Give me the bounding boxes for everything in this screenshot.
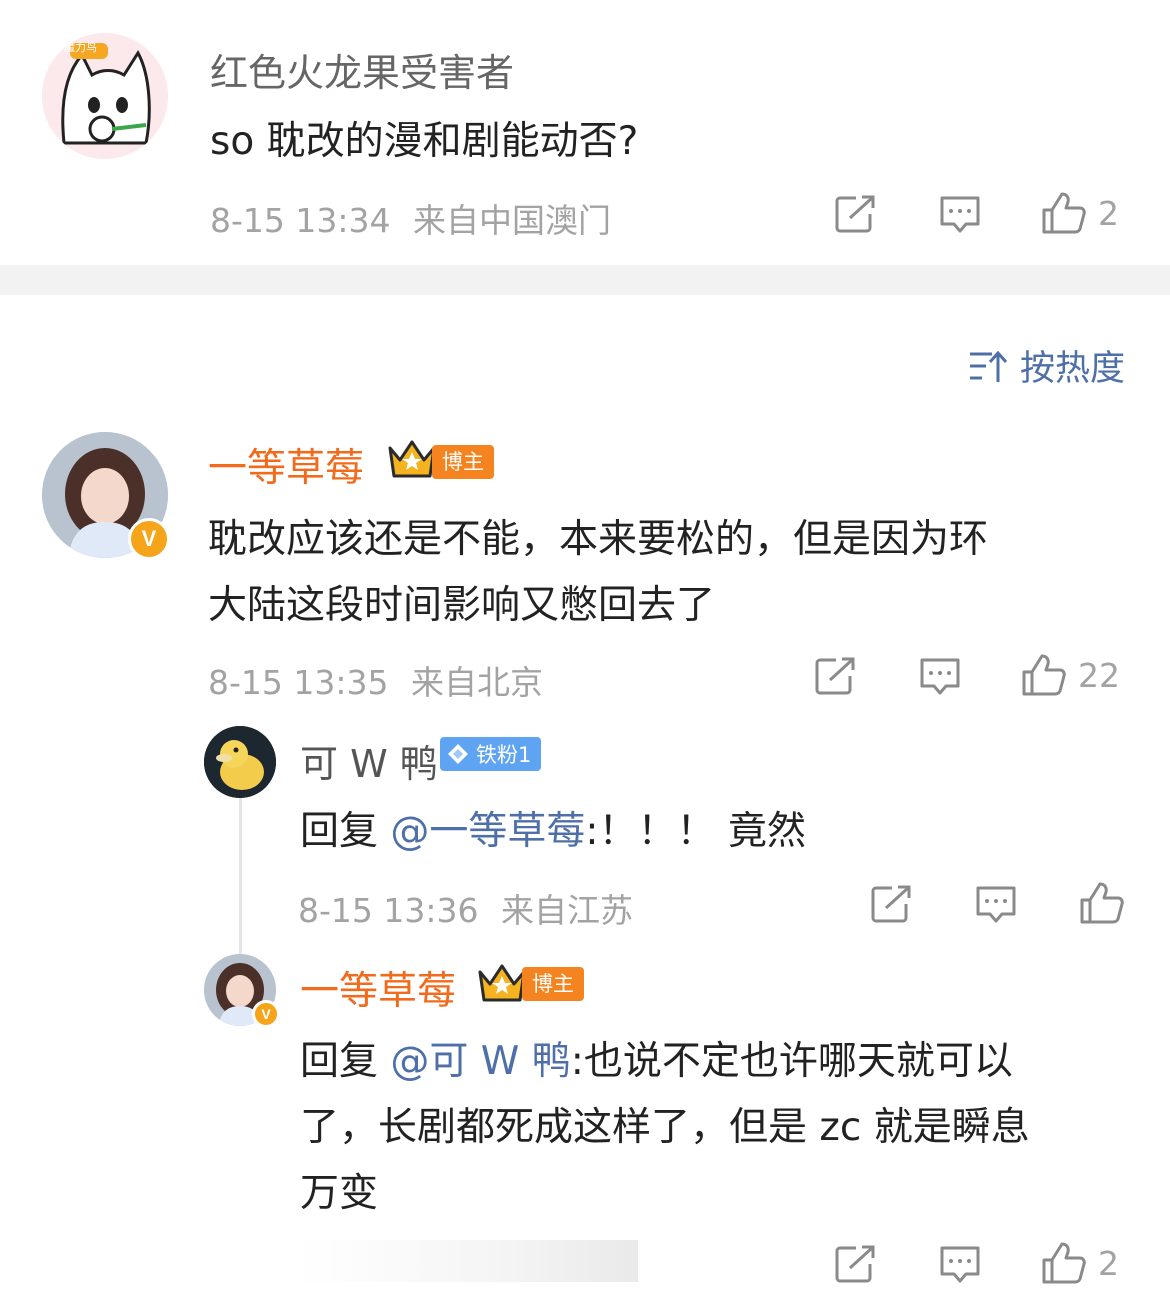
comment-icon [920, 658, 960, 695]
like-button[interactable]: 22 [1020, 652, 1120, 698]
mention-link[interactable]: @一等草莓 [390, 809, 585, 854]
username[interactable]: 红色火龙果受害者 [210, 42, 514, 97]
like-count: 2 [1098, 193, 1119, 233]
username[interactable]: 一等草莓 [300, 960, 456, 1016]
comment-location: 来自江苏 [501, 891, 633, 930]
section-divider [0, 265, 1170, 295]
share-button[interactable] [814, 656, 856, 696]
sort-toggle[interactable]: 按热度 [968, 340, 1125, 391]
share-button[interactable] [834, 194, 876, 234]
comment-button[interactable] [974, 884, 1018, 926]
diamond-icon [448, 744, 468, 764]
comment-button[interactable] [918, 656, 962, 698]
share-icon [835, 195, 875, 233]
share-icon [815, 657, 855, 695]
reply-body: :！！！ 竟然 [585, 809, 806, 854]
like-count: 22 [1078, 655, 1120, 695]
comment-location: 来自北京 [411, 663, 543, 702]
duck-avatar-icon [204, 726, 276, 798]
reply-text-line: 万变 [300, 1171, 379, 1216]
crown-icon [386, 438, 438, 484]
crown-icon [476, 962, 528, 1008]
like-button[interactable]: 2 [1040, 1240, 1119, 1286]
sort-label: 按热度 [1020, 349, 1126, 389]
comment-icon [940, 196, 980, 233]
verified-badge: V [252, 1000, 280, 1028]
comment-text-line: 大陆这段时间影响又憋回去了 [208, 583, 716, 628]
comment-text: so 耽改的漫和剧能动否? [210, 119, 639, 164]
comment-button[interactable] [938, 1244, 982, 1286]
reply-text: 回复 @可 W 鸭:也说不定也许哪天就可以 [300, 1030, 1013, 1086]
verified-badge: V [128, 518, 170, 560]
comment-icon [940, 1246, 980, 1283]
fan-badge: 铁粉1 [440, 737, 542, 771]
avatar[interactable] [204, 726, 276, 798]
reply-text: 回复 @一等草莓:！！！ 竟然 [300, 800, 806, 856]
like-button[interactable] [1078, 880, 1126, 926]
like-icon [1042, 1242, 1086, 1284]
reply-body: :也说不定也许哪天就可以 [570, 1039, 1013, 1084]
share-button[interactable] [834, 1244, 876, 1284]
role-badge: 博主 [432, 445, 494, 479]
comment-time: 8-15 13:36 [298, 891, 479, 930]
avatar-label: 魔力鸟 [64, 41, 97, 54]
reply-text-line: 了，长剧都死成这样了，但是 zc 就是瞬息 [300, 1105, 1030, 1150]
like-button[interactable]: 2 [1040, 190, 1119, 236]
comment-location: 来自中国澳门 [413, 201, 611, 240]
username[interactable]: 可 W 鸭 [300, 733, 438, 788]
watermark [298, 1240, 638, 1282]
like-count: 2 [1098, 1243, 1119, 1283]
like-icon [1022, 654, 1066, 696]
like-icon [1080, 882, 1124, 924]
share-icon [871, 885, 911, 923]
comment-icon [976, 886, 1016, 923]
comment-text: 耽改应该还是不能，本来要松的，但是因为环 [208, 517, 989, 562]
comment-time: 8-15 13:35 [208, 663, 389, 702]
reply-prefix: 回复 [300, 809, 391, 854]
comment-meta: 8-15 13:36 来自江苏 [298, 884, 633, 932]
like-icon [1042, 192, 1086, 234]
thread-line [239, 798, 242, 958]
comment-meta: 8-15 13:35 来自北京 [208, 656, 543, 704]
share-icon [835, 1245, 875, 1283]
username[interactable]: 一等草莓 [208, 437, 364, 493]
comment-meta: 8-15 13:34 来自中国澳门 [210, 194, 611, 242]
comment-button[interactable] [938, 194, 982, 236]
reply-prefix: 回复 [300, 1039, 391, 1084]
mention-link[interactable]: @可 W 鸭 [390, 1039, 570, 1084]
comment-time: 8-15 13:34 [210, 201, 391, 240]
fan-badge-label: 铁粉1 [476, 743, 532, 767]
sort-icon [970, 350, 1008, 382]
role-badge: 博主 [522, 967, 584, 1001]
share-button[interactable] [870, 884, 912, 924]
